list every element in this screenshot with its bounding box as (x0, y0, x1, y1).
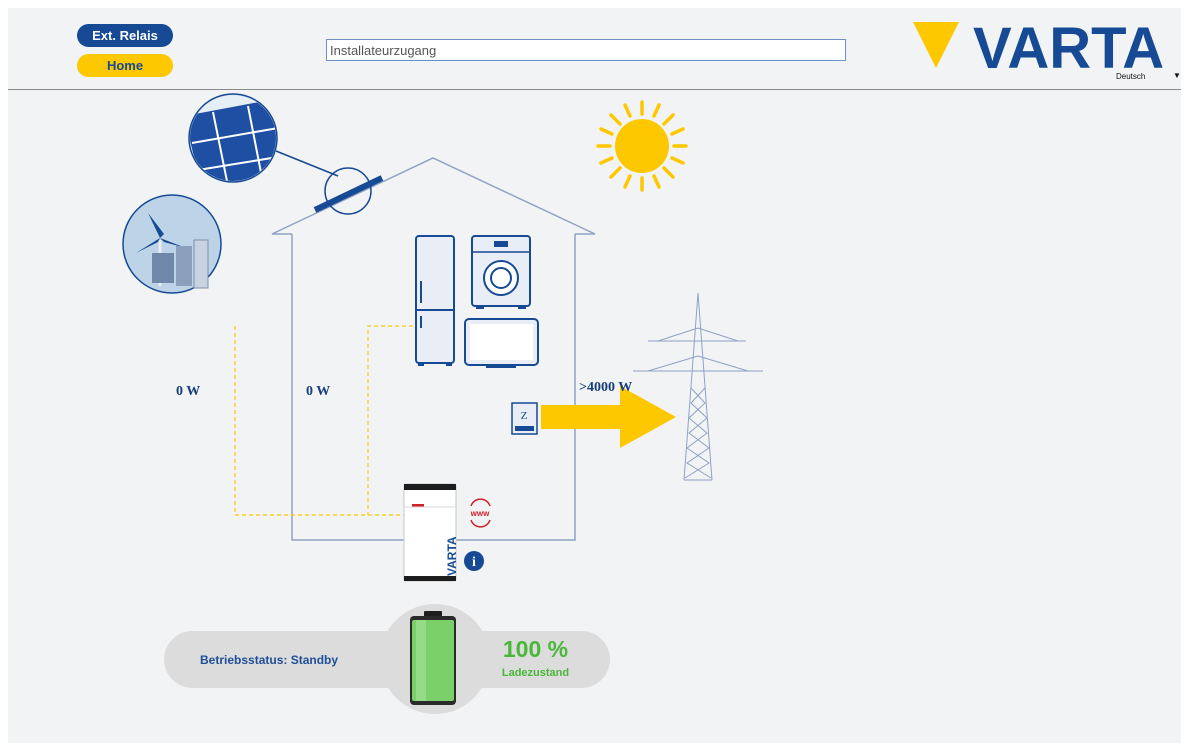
wind-power-value: 0 W (176, 384, 201, 399)
state-of-charge-value: 100 % (502, 636, 569, 662)
www-icon[interactable]: www (470, 498, 491, 528)
sun-icon (596, 100, 688, 192)
page: Ext. Relais Home VARTA Deutsch ▼ (8, 8, 1181, 743)
operating-status: Betriebsstatus: Standby (200, 653, 339, 667)
info-label: i (472, 555, 476, 570)
info-icon[interactable]: i (464, 551, 484, 571)
svg-text:Z: Z (521, 410, 528, 422)
state-of-charge-label: Ladezustand (501, 667, 570, 679)
www-label: www (470, 509, 490, 518)
meter-icon: Z (511, 402, 538, 435)
grid-power-value: >4000 W (579, 380, 633, 395)
fridge-icon (415, 235, 455, 366)
device-brand-label: VARTA (445, 536, 459, 576)
battery-level-icon (410, 611, 456, 705)
washing-machine-icon (471, 235, 531, 309)
energy-flow-lines (234, 325, 413, 516)
tv-icon (464, 318, 539, 368)
pv-power-value: 0 W (306, 384, 331, 399)
wind-turbine-icon (122, 194, 222, 294)
battery-storage-device[interactable]: VARTA (403, 483, 459, 582)
power-pylon-icon (633, 292, 763, 481)
